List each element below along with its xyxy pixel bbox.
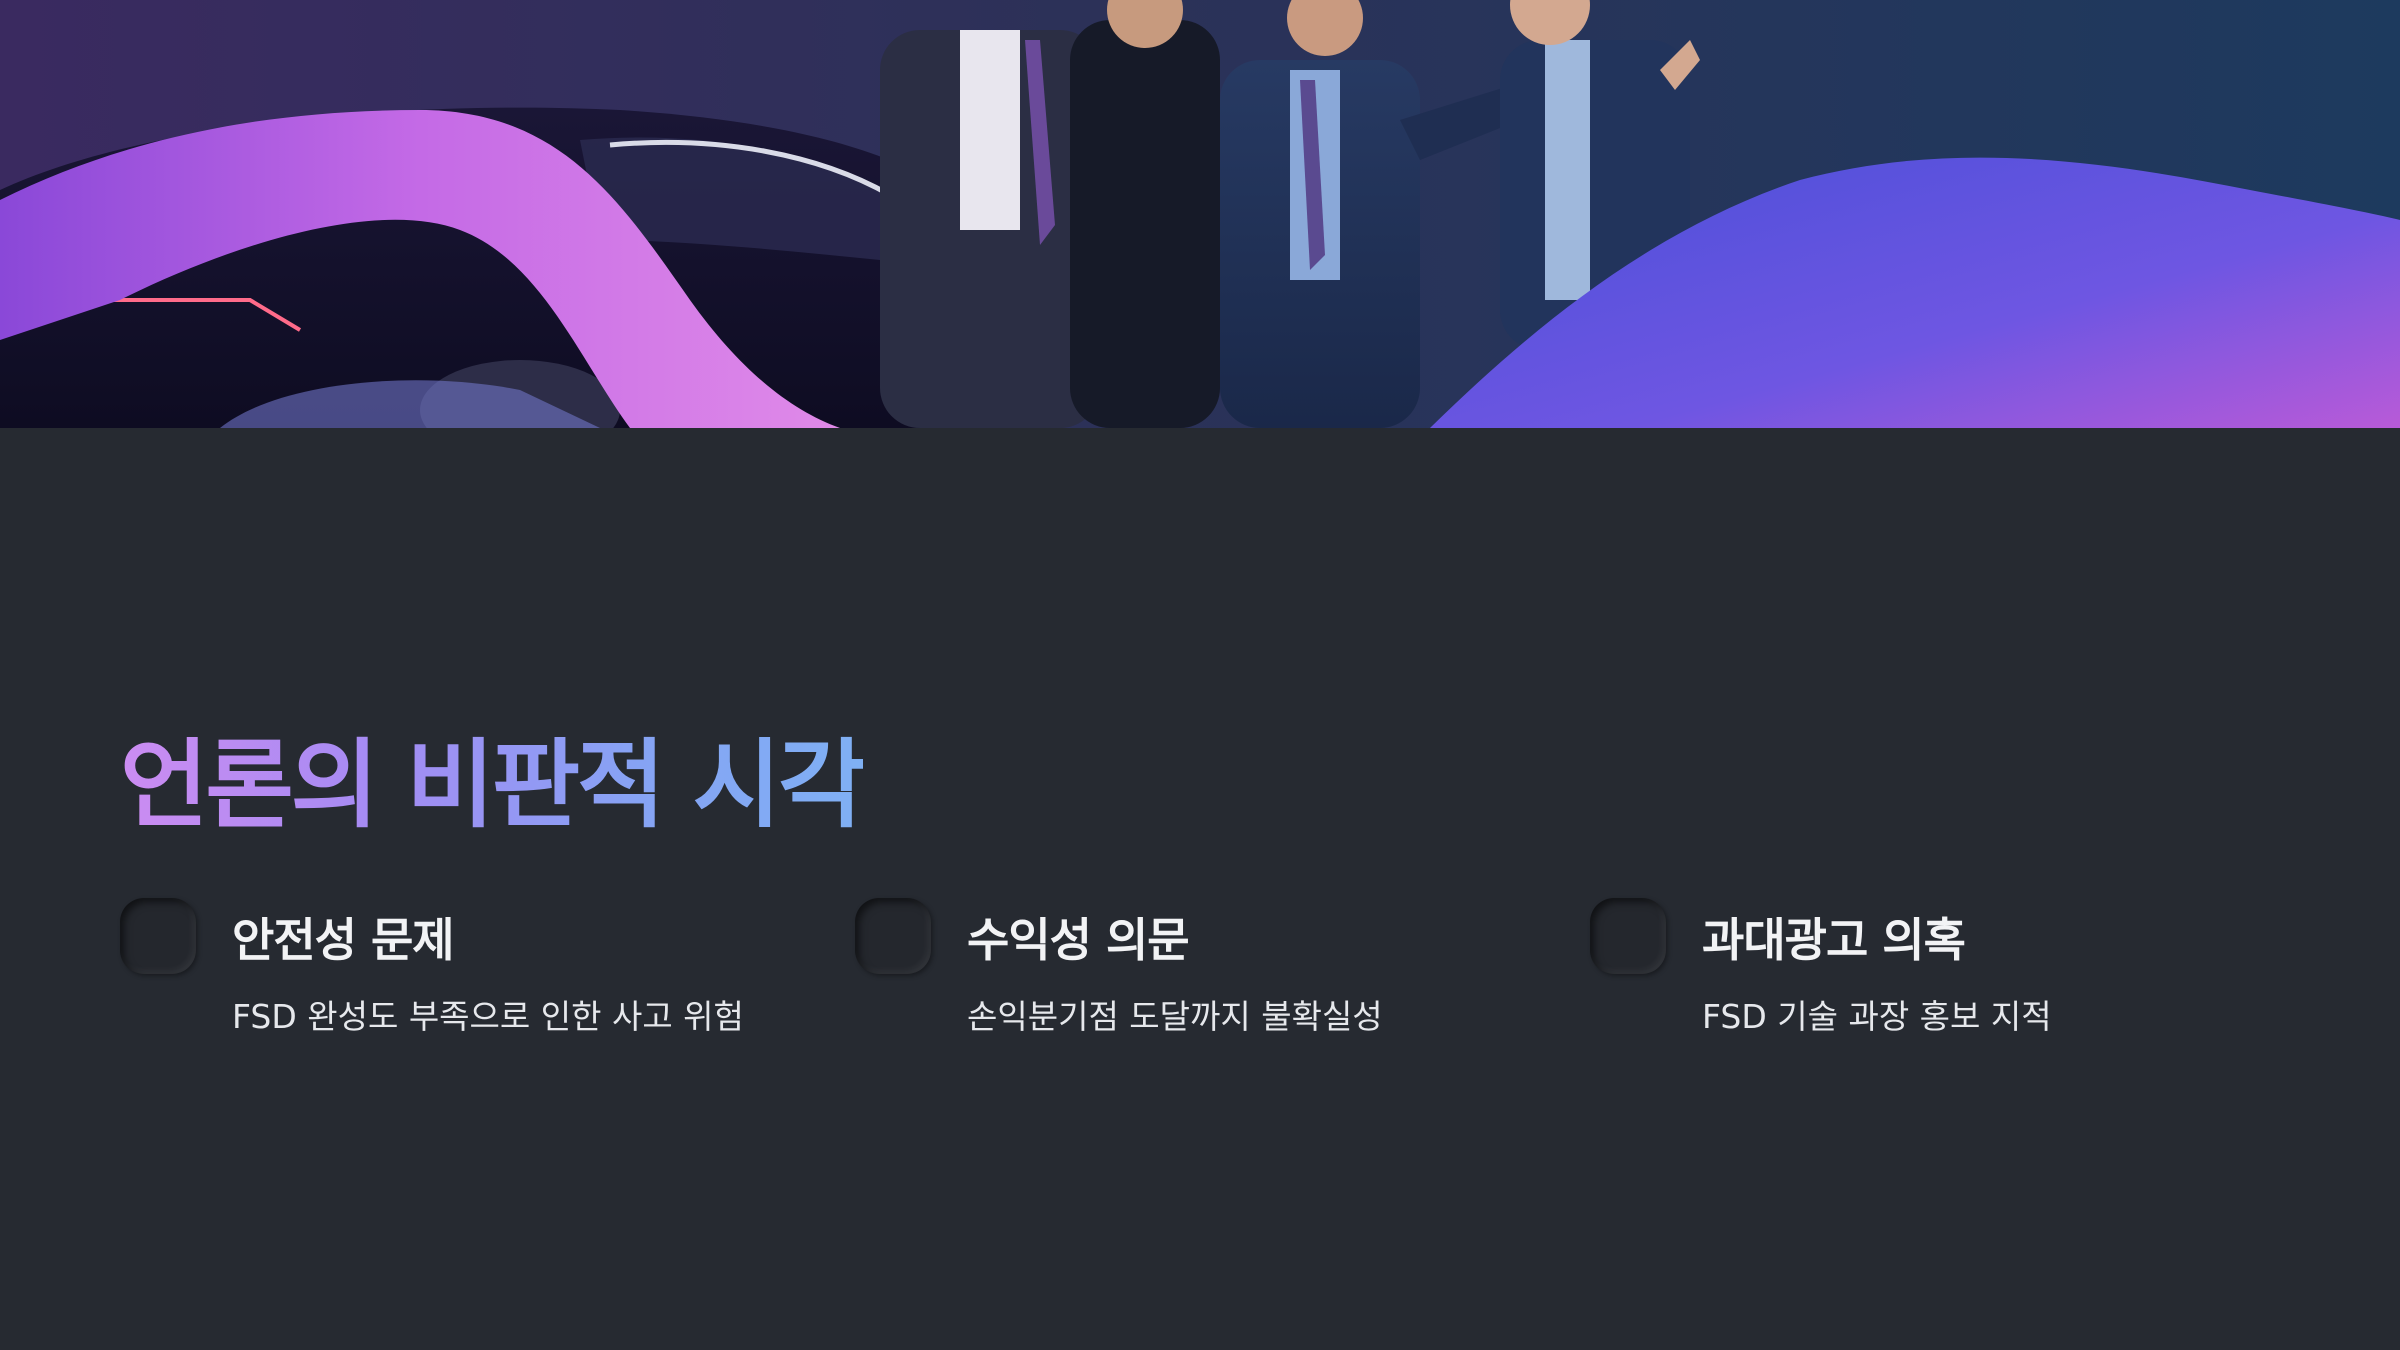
feature-description: 손익분기점 도달까지 불확실성 <box>967 997 1383 1036</box>
hero-image <box>0 0 2400 428</box>
feature-description: FSD 기술 과장 홍보 지적 <box>1702 997 2052 1036</box>
feature-icon-placeholder <box>120 898 196 974</box>
feature-title: 수익성 의문 <box>967 913 1190 967</box>
feature-item-profitability: 수익성 의문 손익분기점 도달까지 불확실성 <box>855 898 1535 1048</box>
slide: 언론의 비판적 시각 안전성 문제 FSD 완성도 부족으로 인한 사고 위험 … <box>0 0 2400 1350</box>
slide-title: 언론의 비판적 시각 <box>120 729 866 841</box>
feature-item-hype: 과대광고 의혹 FSD 기술 과장 홍보 지적 <box>1590 898 2270 1048</box>
feature-title: 안전성 문제 <box>232 913 455 967</box>
feature-title: 과대광고 의혹 <box>1702 913 1966 967</box>
feature-description: FSD 완성도 부족으로 인한 사고 위험 <box>232 997 744 1036</box>
feature-item-safety: 안전성 문제 FSD 완성도 부족으로 인한 사고 위험 <box>120 898 800 1048</box>
feature-icon-placeholder <box>1590 898 1666 974</box>
feature-icon-placeholder <box>855 898 931 974</box>
